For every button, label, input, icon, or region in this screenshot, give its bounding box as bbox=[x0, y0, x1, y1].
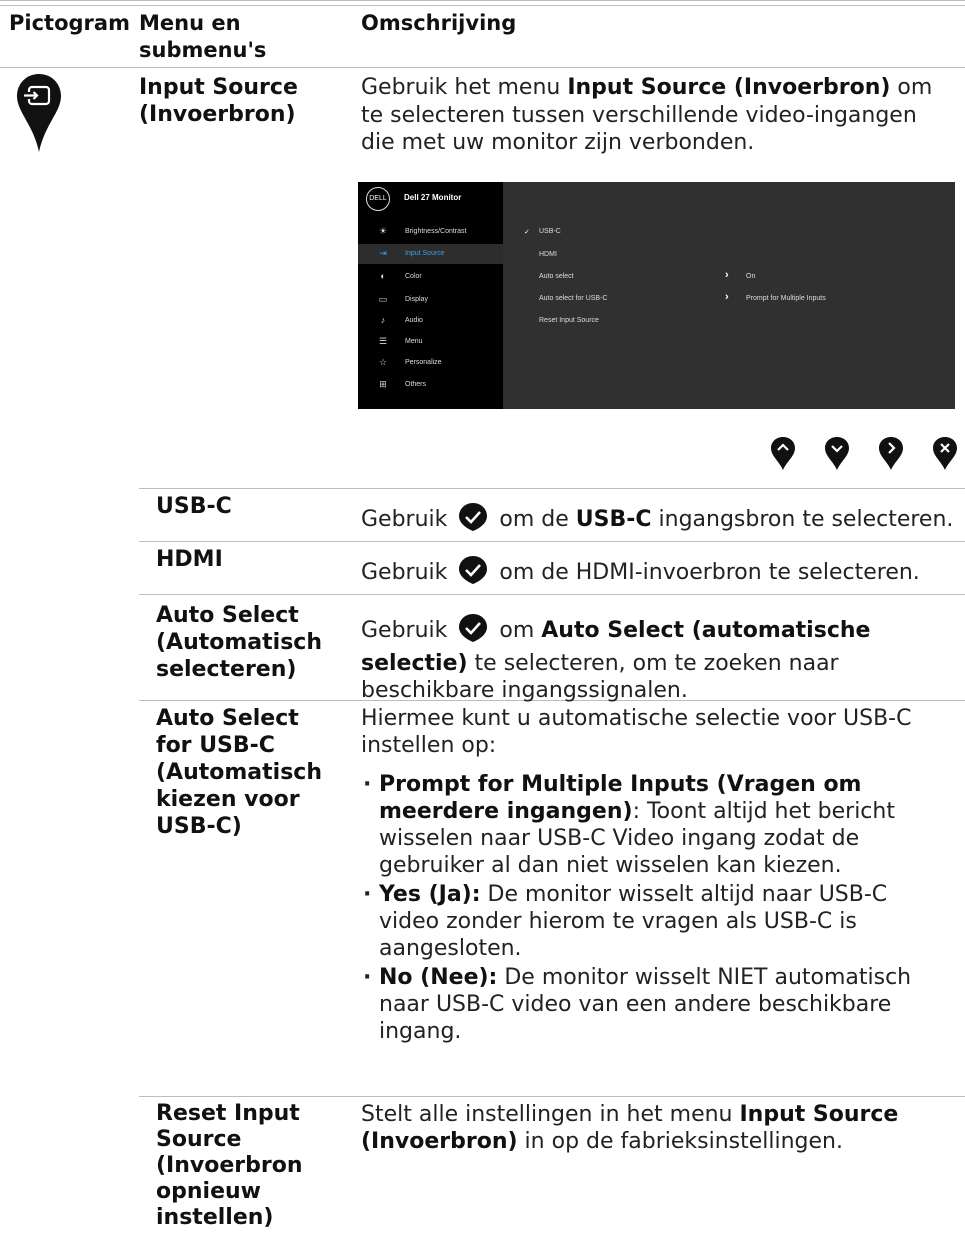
down-icon bbox=[825, 437, 849, 470]
menu-reset-input-source: Reset Input Source (Invoerbron opnieuw i… bbox=[156, 1101, 303, 1230]
color-icon: ◐ bbox=[380, 271, 386, 281]
right-icon bbox=[879, 437, 903, 470]
osd-title: Dell 27 Monitor bbox=[404, 193, 462, 202]
osd-auto-select-value: On bbox=[746, 273, 756, 280]
option-prompt: Prompt for Multiple Inputs (Vragen om me… bbox=[361, 771, 941, 879]
osd-item-audio[interactable]: ♪ Audio bbox=[358, 311, 503, 331]
input-source-icon: ⇥ bbox=[379, 248, 387, 258]
auto-select-description: Gebruik om Auto Select (automatische sel… bbox=[361, 613, 941, 704]
auto-select-usbc-description: Hiermee kunt u automatische selectie voo… bbox=[361, 705, 941, 1045]
header-menu: Menu en submenu's bbox=[139, 11, 267, 62]
osd-auto-select-usbc-value: Prompt for Multiple Inputs bbox=[746, 295, 826, 302]
display-icon: ▭ bbox=[378, 294, 388, 304]
hdmi-description: Gebruik om de HDMI-invoerbron te selecte… bbox=[361, 555, 920, 592]
menu-icon: ☰ bbox=[378, 336, 388, 346]
osd-option-auto-select[interactable]: Auto select bbox=[539, 273, 574, 280]
osd-item-personalize[interactable]: ☆ Personalize bbox=[358, 353, 503, 373]
osd-item-brightness[interactable]: ☀ Brightness/Contrast bbox=[358, 222, 503, 242]
osd-option-usbc[interactable]: USB-C bbox=[539, 228, 561, 235]
osd-item-others[interactable]: ⊞ Others bbox=[358, 375, 503, 395]
dell-logo: DELL bbox=[366, 187, 390, 211]
chevron-right-icon: › bbox=[725, 291, 729, 303]
auto-select-usbc-intro: Hiermee kunt u automatische selectie voo… bbox=[361, 706, 912, 758]
reset-description: Stelt alle instellingen in het menu Inpu… bbox=[361, 1102, 899, 1154]
intro-description: Gebruik het menu Input Source (Invoerbro… bbox=[361, 75, 933, 155]
others-icon: ⊞ bbox=[379, 379, 387, 389]
brightness-icon: ☀ bbox=[378, 226, 388, 236]
osd-option-hdmi[interactable]: HDMI bbox=[539, 251, 557, 258]
header-pictogram: Pictogram bbox=[9, 11, 130, 35]
menu-usbc: USB-C bbox=[156, 494, 232, 519]
check-icon bbox=[458, 502, 488, 539]
option-yes: Yes (Ja): De monitor wisselt altijd naar… bbox=[361, 881, 941, 962]
osd-item-color[interactable]: ◐ Color bbox=[358, 267, 503, 287]
audio-icon: ♪ bbox=[380, 315, 386, 325]
up-icon bbox=[771, 437, 795, 470]
osd-menu-screenshot: DELL Dell 27 Monitor ☀ Brightness/Contras… bbox=[358, 182, 955, 409]
header-description: Omschrijving bbox=[361, 11, 517, 35]
menu-auto-select: Auto Select (Automatisch selecteren) bbox=[156, 603, 322, 682]
input-source-icon bbox=[15, 72, 63, 158]
check-icon: ✓ bbox=[524, 229, 530, 236]
check-icon bbox=[458, 613, 488, 650]
star-icon: ☆ bbox=[378, 357, 388, 367]
option-no: No (Nee): De monitor wisselt NIET automa… bbox=[361, 964, 941, 1045]
nav-buttons bbox=[770, 436, 960, 476]
osd-item-input-source[interactable]: ⇥ Input Source bbox=[358, 244, 503, 264]
osd-item-menu[interactable]: ☰ Menu bbox=[358, 332, 503, 352]
check-icon bbox=[458, 555, 488, 592]
menu-hdmi: HDMI bbox=[156, 547, 223, 572]
menu-input-source: Input Source (Invoerbron) bbox=[139, 75, 298, 127]
close-icon bbox=[933, 437, 957, 470]
usbc-description: Gebruik om de USB-C ingangsbron te selec… bbox=[361, 502, 953, 539]
menu-auto-select-usbc: Auto Select for USB-C (Automatisch kieze… bbox=[156, 706, 322, 839]
osd-option-reset[interactable]: Reset Input Source bbox=[539, 317, 599, 324]
chevron-right-icon: › bbox=[725, 269, 729, 281]
osd-item-display[interactable]: ▭ Display bbox=[358, 290, 503, 310]
osd-option-auto-select-usbc[interactable]: Auto select for USB-C bbox=[539, 295, 607, 302]
